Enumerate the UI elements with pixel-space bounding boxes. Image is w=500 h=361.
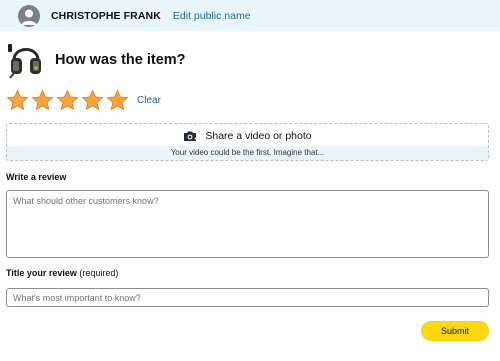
user-avatar-icon xyxy=(21,9,37,25)
review-title-input[interactable] xyxy=(6,288,489,307)
required-label: (required) xyxy=(79,268,119,278)
share-media-label: Share a video or photo xyxy=(205,129,312,142)
star-rating: Clear xyxy=(6,89,161,112)
share-media-row: Share a video or photo xyxy=(7,124,488,147)
star-icon-2[interactable] xyxy=(31,89,54,112)
avatar xyxy=(18,4,40,27)
star-icon-5[interactable] xyxy=(106,89,129,112)
product-header: How was the item? xyxy=(6,38,186,82)
write-review-label: Write a review xyxy=(6,172,67,182)
title-review-label: Title your review (required) xyxy=(6,268,118,278)
edit-public-name-link[interactable]: Edit public name xyxy=(173,10,251,22)
star-icon-3[interactable] xyxy=(56,89,79,112)
rating-question: How was the item? xyxy=(55,52,186,68)
review-textarea[interactable] xyxy=(6,190,489,258)
user-name: CHRISTOPHE FRANK xyxy=(51,9,161,22)
star-icon-4[interactable] xyxy=(81,89,104,112)
submit-button[interactable]: Submit xyxy=(421,321,489,341)
profile-header: CHRISTOPHE FRANK Edit public name xyxy=(0,0,500,31)
camera-icon xyxy=(184,131,197,141)
title-review-label-text: Title your review xyxy=(6,268,77,278)
clear-rating-link[interactable]: Clear xyxy=(137,95,161,106)
star-icon-1[interactable] xyxy=(6,89,29,112)
share-media-subtext: Your video could be the first. Imagine t… xyxy=(7,146,488,160)
headset-icon xyxy=(8,44,41,79)
share-media-button[interactable]: Share a video or photo Your video could … xyxy=(6,123,489,161)
